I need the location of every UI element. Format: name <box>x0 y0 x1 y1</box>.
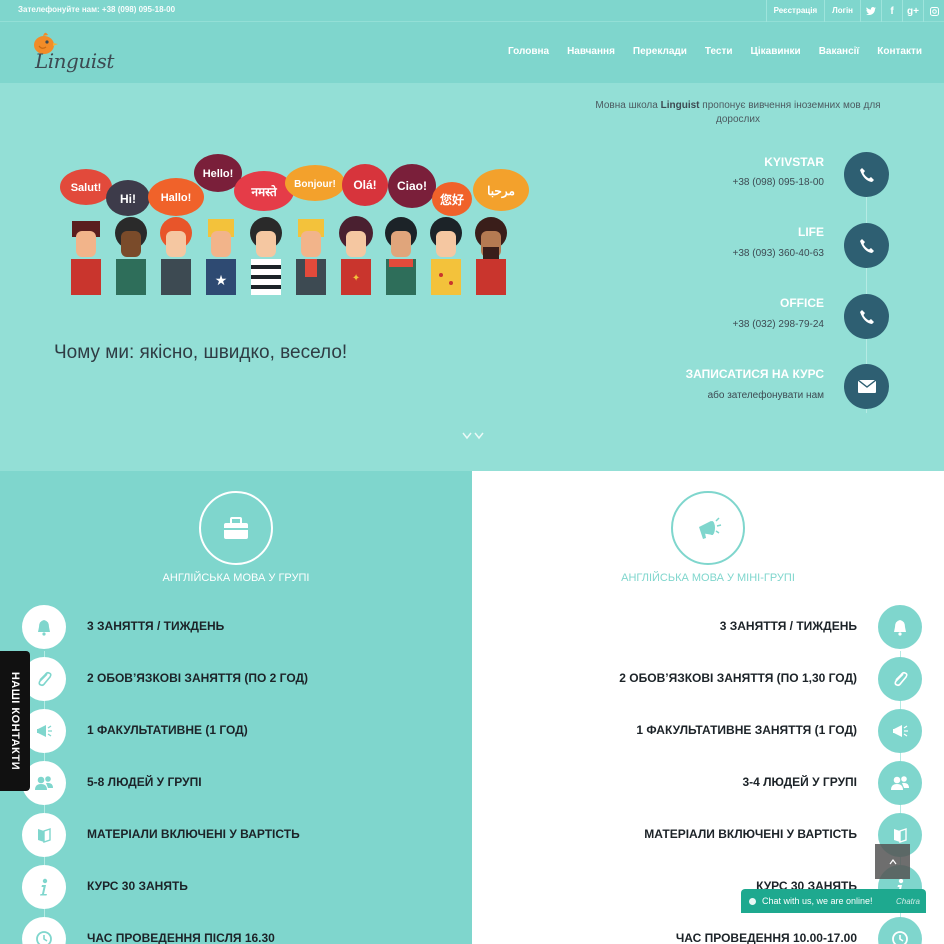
megaphone-icon <box>878 709 922 753</box>
chat-widget[interactable]: Chat with us, we are online! Chatra <box>741 889 926 913</box>
bubble-marhaba: مرحبا <box>487 184 515 199</box>
hero-section: Мовна школа Linguist пропонує вивчення і… <box>0 83 944 471</box>
hero-intro: Мовна школа Linguist пропонує вивчення і… <box>595 100 881 125</box>
feature-item: ЧАС ПРОВЕДЕННЯ ПІСЛЯ 16.30 <box>0 917 472 944</box>
envelope-icon[interactable] <box>844 364 889 409</box>
bubble-salut: Salut! <box>71 182 102 194</box>
signup-sub: або зателефонувати нам <box>707 390 824 401</box>
chat-brand: Chatra <box>895 896 920 906</box>
bubble-hallo: Hallo! <box>161 192 192 204</box>
feature-item: МАТЕРІАЛИ ВКЛЮЧЕНІ У ВАРТІСТЬ <box>0 813 472 857</box>
topbar-phone: Зателефонуйте нам: +38 (098) 095-18-00 <box>18 5 176 14</box>
feature-item: КУРС 30 ЗАНЯТЬ <box>0 865 472 909</box>
register-link[interactable]: Реєстрація <box>765 0 825 22</box>
mini-group-course-panel: АНГЛІЙСЬКА МОВА У МІНІ-ГРУПІ 3 ЗАНЯТТЯ /… <box>472 471 944 944</box>
nav-translations[interactable]: Переклади <box>633 46 687 57</box>
phone-icon[interactable] <box>844 294 889 339</box>
book-icon <box>22 813 66 857</box>
contact-label: OFFICE <box>780 296 824 310</box>
bubble-bonjour: Bonjour! <box>294 179 336 190</box>
bubble-namaste: नमस्ते <box>250 185 278 199</box>
back-to-top-button[interactable] <box>875 844 910 879</box>
users-icon <box>878 761 922 805</box>
chevron-up-icon <box>889 858 896 864</box>
feature-item: МАТЕРІАЛИ ВКЛЮЧЕНІ У ВАРТІСТЬ <box>472 813 944 857</box>
contact-phone[interactable]: +38 (098) 095-18-00 <box>733 177 824 188</box>
side-tab-label: НАШІ КОНТАКТИ <box>9 671 21 771</box>
phone-icon[interactable] <box>844 223 889 268</box>
twitter-icon[interactable] <box>860 0 881 22</box>
hero-tagline: Чому ми: якісно, швидко, весело! <box>54 342 348 363</box>
bubble-ciao: Ciao! <box>397 179 427 193</box>
panel-title: АНГЛІЙСЬКА МОВА У ГРУПІ <box>162 572 310 584</box>
feature-item: 2 ОБОВ’ЯЗКОВІ ЗАНЯТТЯ (ПО 1,30 ГОД) <box>472 657 944 701</box>
nav-interesting[interactable]: Цікавинки <box>751 46 801 57</box>
facebook-icon[interactable]: f <box>881 0 902 22</box>
bubble-hi: Hi! <box>120 192 136 206</box>
megaphone-icon <box>671 491 745 565</box>
contact-phone[interactable]: +38 (032) 298-79-24 <box>733 319 824 330</box>
nav-learning[interactable]: Навчання <box>567 46 615 57</box>
bubble-ola: Olá! <box>353 178 376 192</box>
bell-icon <box>22 605 66 649</box>
contact-label: LIFE <box>798 225 824 239</box>
topbar-links: Реєстрація Логін f g+ <box>765 0 944 22</box>
hero-illustration: Salut! Hi! Hallo! Hello! नमस्ते Bonjour!… <box>60 154 529 295</box>
chat-text: Chat with us, we are online! <box>762 896 873 906</box>
contact-label: KYIVSTAR <box>764 155 824 169</box>
feature-item: 1 ФАКУЛЬТАТИВНЕ ЗАНЯТТЯ (1 ГОД) <box>472 709 944 753</box>
bubble-hello: Hello! <box>203 168 234 180</box>
main-nav: Головна Навчання Переклади Тести Цікавин… <box>490 46 922 57</box>
clock-icon <box>878 917 922 944</box>
group-course-panel: АНГЛІЙСЬКА МОВА У ГРУПІ 3 ЗАНЯТТЯ / ТИЖД… <box>0 471 472 944</box>
svg-text:✦: ✦ <box>352 273 360 284</box>
online-indicator-icon <box>749 897 756 905</box>
briefcase-icon <box>199 491 273 565</box>
feature-item: 2 ОБОВ’ЯЗКОВІ ЗАНЯТТЯ (ПО 2 ГОД) <box>0 657 472 701</box>
feature-item: 3-4 ЛЮДЕЙ У ГРУПІ <box>472 761 944 805</box>
contact-phone[interactable]: +38 (093) 360-40-63 <box>733 248 824 259</box>
nav-home[interactable]: Головна <box>508 46 549 57</box>
feature-item: 5-8 ЛЮДЕЙ У ГРУПІ <box>0 761 472 805</box>
feature-item: 1 ФАКУЛЬТАТИВНЕ (1 ГОД) <box>0 709 472 753</box>
nav-tests[interactable]: Тести <box>705 46 733 57</box>
site-logo[interactable]: Linguist <box>28 28 114 78</box>
info-icon <box>22 865 66 909</box>
bubble-nihao: 您好 <box>440 192 464 207</box>
panel-title: АНГЛІЙСЬКА МОВА У МІНІ-ГРУПІ <box>621 572 795 584</box>
bell-icon <box>878 605 922 649</box>
scroll-down-icon[interactable] <box>462 432 484 440</box>
nav-contacts[interactable]: Контакти <box>877 46 922 57</box>
phone-icon[interactable] <box>844 152 889 197</box>
clock-icon <box>22 917 66 944</box>
instagram-icon[interactable] <box>923 0 944 22</box>
feature-item: 3 ЗАНЯТТЯ / ТИЖДЕНЬ <box>472 605 944 649</box>
paperclip-icon <box>878 657 922 701</box>
feature-item: 3 ЗАНЯТТЯ / ТИЖДЕНЬ <box>0 605 472 649</box>
svg-text:★: ★ <box>215 272 228 288</box>
login-link[interactable]: Логін <box>824 0 860 22</box>
feature-item: ЧАС ПРОВЕДЕННЯ 10.00-17.00 <box>472 917 944 944</box>
side-contacts-tab[interactable]: НАШІ КОНТАКТИ <box>0 651 30 791</box>
top-bar: Зателефонуйте нам: +38 (098) 095-18-00 Р… <box>0 0 944 22</box>
people-row: ★ ✦ <box>71 216 507 295</box>
google-plus-icon[interactable]: g+ <box>902 0 923 22</box>
nav-vacancies[interactable]: Вакансії <box>819 46 860 57</box>
logo-text: Linguist <box>35 49 114 73</box>
signup-link[interactable]: ЗАПИСАТИСЯ НА КУРС <box>686 367 824 381</box>
site-header: Linguist Головна Навчання Переклади Тест… <box>0 22 944 83</box>
